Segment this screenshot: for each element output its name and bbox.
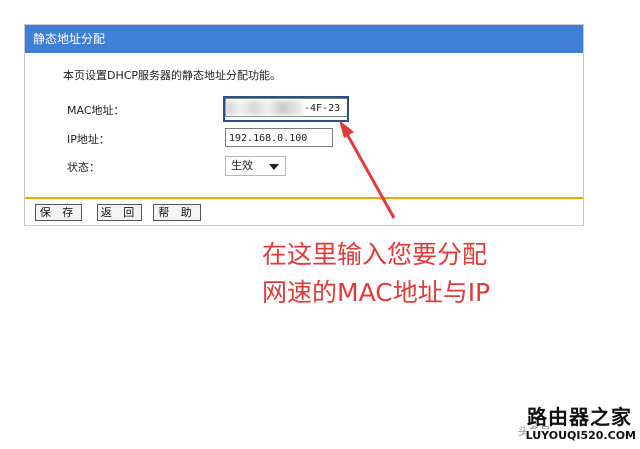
annotation-text: 在这里输入您要分配 网速的MAC地址与IP	[262, 240, 491, 307]
save-button[interactable]: 保 存	[35, 204, 82, 221]
chevron-down-icon	[269, 164, 279, 170]
panel-description: 本页设置DHCP服务器的静态地址分配功能。	[63, 69, 282, 82]
help-button[interactable]: 帮 助	[153, 204, 201, 221]
watermark-url: LUYOUQI520.COM	[525, 429, 636, 442]
status-select[interactable]: 生效	[225, 156, 286, 176]
watermark-title: 路由器之家	[527, 405, 632, 429]
mac-address-visible-text: -4F-23	[304, 103, 341, 114]
ip-label: IP地址：	[67, 133, 110, 146]
status-selected-value: 生效	[231, 159, 253, 172]
status-label: 状态：	[67, 161, 100, 174]
watermark: 头条号 路由器之家 LUYOUQI520.COM	[506, 397, 640, 449]
mac-address-input[interactable]: -4F-23	[225, 98, 348, 117]
panel-title: 静态地址分配	[25, 25, 583, 53]
back-button[interactable]: 返 回	[97, 204, 142, 221]
button-bar: 保 存 返 回 帮 助	[25, 197, 583, 225]
static-address-panel: 静态地址分配 本页设置DHCP服务器的静态地址分配功能。 MAC地址： -4F-…	[24, 24, 584, 226]
ip-address-input[interactable]: 192.168.0.100	[225, 128, 333, 147]
mac-address-redacted	[226, 101, 304, 115]
mac-label: MAC地址：	[67, 104, 125, 117]
